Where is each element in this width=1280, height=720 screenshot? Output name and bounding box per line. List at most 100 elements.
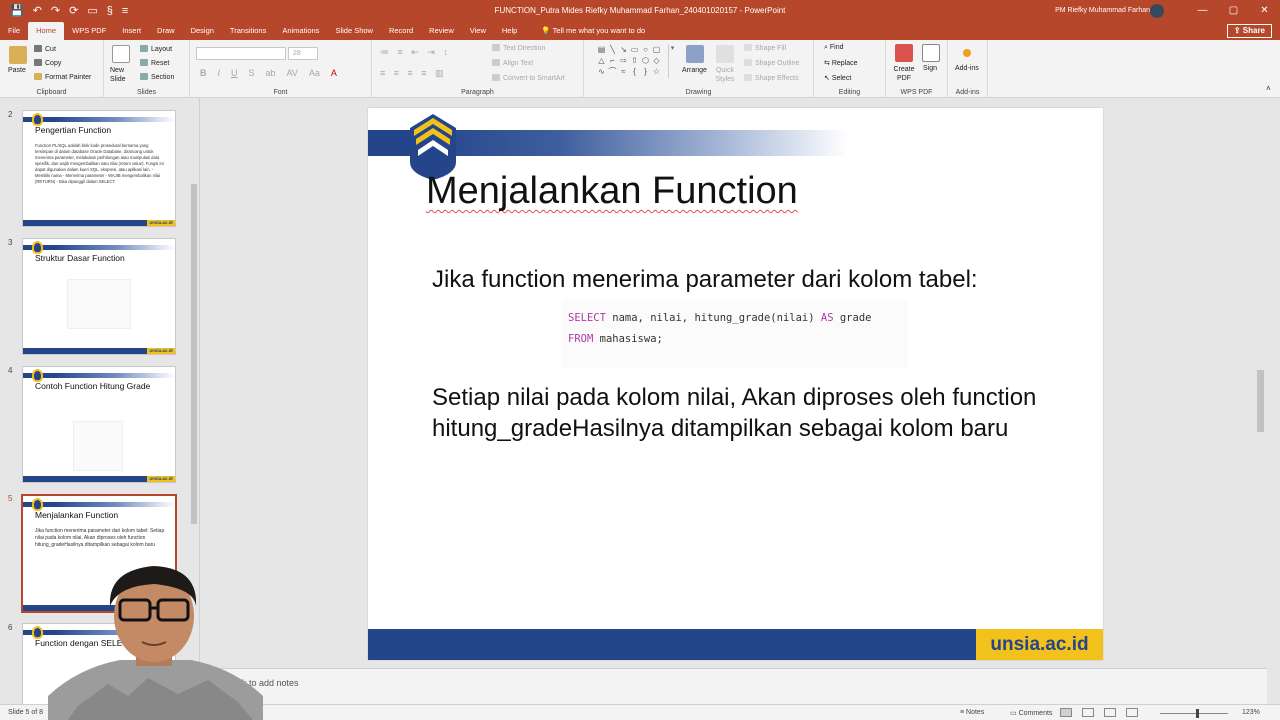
arrange-icon[interactable] xyxy=(686,45,704,63)
reading-view-icon[interactable] xyxy=(1104,708,1116,717)
shape-curve-icon[interactable]: ∿ xyxy=(596,66,607,77)
shape-oval-icon[interactable]: ○ xyxy=(640,44,651,55)
shape-effects-button[interactable]: Shape Effects xyxy=(744,74,798,82)
quick-styles-button[interactable]: Quick Styles xyxy=(712,66,738,84)
addins-button[interactable]: Add-ins xyxy=(955,65,979,72)
save-icon[interactable]: 💾 xyxy=(10,0,24,22)
tab-file[interactable]: File xyxy=(0,22,28,40)
thumbnail-scroll-thumb[interactable] xyxy=(191,184,197,524)
font-name-field[interactable] xyxy=(196,47,286,60)
spelling-icon[interactable]: § xyxy=(107,0,113,22)
close-icon[interactable]: ✕ xyxy=(1249,0,1280,22)
tab-wps-pdf[interactable]: WPS PDF xyxy=(64,22,114,40)
shape-outline-button[interactable]: Shape Outline xyxy=(744,59,799,67)
zoom-slider[interactable] xyxy=(1160,713,1228,714)
notes-button[interactable]: ≡ Notes xyxy=(960,709,984,716)
select-button[interactable]: ↖ Select xyxy=(824,74,851,82)
cut-button[interactable]: Cut xyxy=(34,45,56,53)
maximize-icon[interactable]: ▢ xyxy=(1218,0,1249,22)
replace-button[interactable]: ⇆ Replace xyxy=(824,59,858,67)
italic-button[interactable]: I xyxy=(218,68,221,78)
align-text-button[interactable]: Align Text xyxy=(492,59,533,67)
repeat-icon[interactable]: ⟳ xyxy=(69,0,78,22)
tell-me-search[interactable]: 💡 Tell me what you want to do xyxy=(525,22,645,40)
stage-scroll-thumb[interactable] xyxy=(1257,370,1264,432)
underline-button[interactable]: U xyxy=(231,68,238,78)
find-button[interactable]: ⌕ Find xyxy=(824,44,844,52)
slide-thumbnail-4[interactable]: Contoh Function Hitung Grade unsia.ac.id xyxy=(22,366,176,483)
tab-help[interactable]: Help xyxy=(494,22,525,40)
shape-arc-icon[interactable]: ⌒ xyxy=(607,66,618,77)
shape-arrow-right-icon[interactable]: ⇨ xyxy=(618,55,629,66)
shape-hex-icon[interactable]: ⬡ xyxy=(640,55,651,66)
shape-rounded-icon[interactable]: ▢ xyxy=(651,44,662,55)
list-buttons[interactable]: ≔ ≡ ⇤ ⇥ ↕ xyxy=(380,47,451,58)
new-slide-icon[interactable] xyxy=(112,45,130,63)
reset-button[interactable]: Reset xyxy=(140,59,169,67)
tab-animations[interactable]: Animations xyxy=(274,22,327,40)
tab-draw[interactable]: Draw xyxy=(149,22,183,40)
collapse-ribbon-icon[interactable]: ˄ xyxy=(1266,84,1271,93)
shape-textbox-icon[interactable]: ▤ xyxy=(596,44,607,55)
present-icon[interactable]: ▭ xyxy=(87,0,97,22)
shape-brace2-icon[interactable]: } xyxy=(640,66,651,77)
shapes-gallery[interactable]: ▤ ╲ ↘ ▭ ○ ▢ △ ⌐ ⇨ ⇧ ⬡ ◇ ∿ ⌒ ≈{} ☆ xyxy=(596,44,664,78)
bold-button[interactable]: B xyxy=(200,68,207,78)
text-direction-button[interactable]: Text Direction xyxy=(492,44,545,52)
format-painter-button[interactable]: Format Painter xyxy=(34,73,91,81)
customize-qat-icon[interactable]: ≡ xyxy=(122,0,128,22)
user-name[interactable]: PM Riefky Muhammad Farhan xyxy=(1055,0,1150,22)
addins-icon[interactable] xyxy=(963,49,971,57)
shape-bracket-icon[interactable]: ⌐ xyxy=(607,55,618,66)
undo-icon[interactable]: ↶ xyxy=(33,0,42,22)
slideshow-view-icon[interactable] xyxy=(1126,708,1138,717)
slide-thumbnail-3[interactable]: Struktur Dasar Function unsia.ac.id xyxy=(22,238,176,355)
change-case-button[interactable]: Aa xyxy=(309,68,320,78)
strikethrough-button[interactable]: S xyxy=(249,68,255,78)
tab-record[interactable]: Record xyxy=(381,22,421,40)
create-pdf-icon[interactable] xyxy=(895,44,913,62)
tab-review[interactable]: Review xyxy=(421,22,462,40)
slide-canvas[interactable]: Menjalankan Function Jika function mener… xyxy=(368,108,1103,660)
slide-thumbnail-2[interactable]: Pengertian Function Function PL/SQL adal… xyxy=(22,110,176,227)
quick-styles-icon[interactable] xyxy=(716,45,734,63)
shape-arrow-icon[interactable]: ↘ xyxy=(618,44,629,55)
arrange-button[interactable]: Arrange xyxy=(682,67,707,74)
shape-star-icon[interactable]: ☆ xyxy=(651,66,662,77)
shape-wave-icon[interactable]: ≈ xyxy=(618,66,629,77)
notes-pane[interactable]: Click to add notes xyxy=(201,668,1267,704)
tab-insert[interactable]: Insert xyxy=(114,22,149,40)
slide-paragraph-2[interactable]: Setiap nilai pada kolom nilai, Akan dipr… xyxy=(432,382,1072,444)
align-buttons[interactable]: ≡ ≡ ≡ ≡ ▥ xyxy=(380,68,447,79)
tab-home[interactable]: Home xyxy=(28,22,65,40)
shapes-more-icon[interactable]: ▾ xyxy=(668,44,676,78)
copy-button[interactable]: Copy xyxy=(34,59,61,67)
new-slide-button[interactable]: New Slide xyxy=(110,66,138,84)
tab-design[interactable]: Design xyxy=(183,22,222,40)
zoom-level[interactable]: 123% xyxy=(1242,709,1260,716)
redo-icon[interactable]: ↷ xyxy=(51,0,60,22)
tab-slide-show[interactable]: Slide Show xyxy=(327,22,381,40)
tab-view[interactable]: View xyxy=(462,22,494,40)
comments-button[interactable]: ▭ Comments xyxy=(1010,709,1052,717)
section-button[interactable]: Section xyxy=(140,73,174,81)
font-size-field[interactable]: 28 xyxy=(288,47,318,60)
shape-brace-icon[interactable]: { xyxy=(629,66,640,77)
shape-arrow-up-icon[interactable]: ⇧ xyxy=(629,55,640,66)
shape-triangle-icon[interactable]: △ xyxy=(596,55,607,66)
slide-sorter-icon[interactable] xyxy=(1082,708,1094,717)
paste-button[interactable]: Paste xyxy=(8,67,26,74)
shape-line-icon[interactable]: ╲ xyxy=(607,44,618,55)
minimize-icon[interactable]: — xyxy=(1187,0,1218,22)
avatar[interactable] xyxy=(1150,4,1164,18)
spacing-button[interactable]: AV xyxy=(287,68,298,78)
font-color-button[interactable]: A xyxy=(331,68,337,78)
layout-button[interactable]: Layout xyxy=(140,45,172,53)
share-button[interactable]: ⇪ Share xyxy=(1226,24,1272,38)
shadow-button[interactable]: ab xyxy=(266,68,276,78)
tab-transitions[interactable]: Transitions xyxy=(222,22,274,40)
sign-button[interactable]: Sign xyxy=(923,65,937,72)
smartart-button[interactable]: Convert to SmartArt xyxy=(492,74,565,82)
paste-icon[interactable] xyxy=(9,46,27,64)
shape-rect-icon[interactable]: ▭ xyxy=(629,44,640,55)
